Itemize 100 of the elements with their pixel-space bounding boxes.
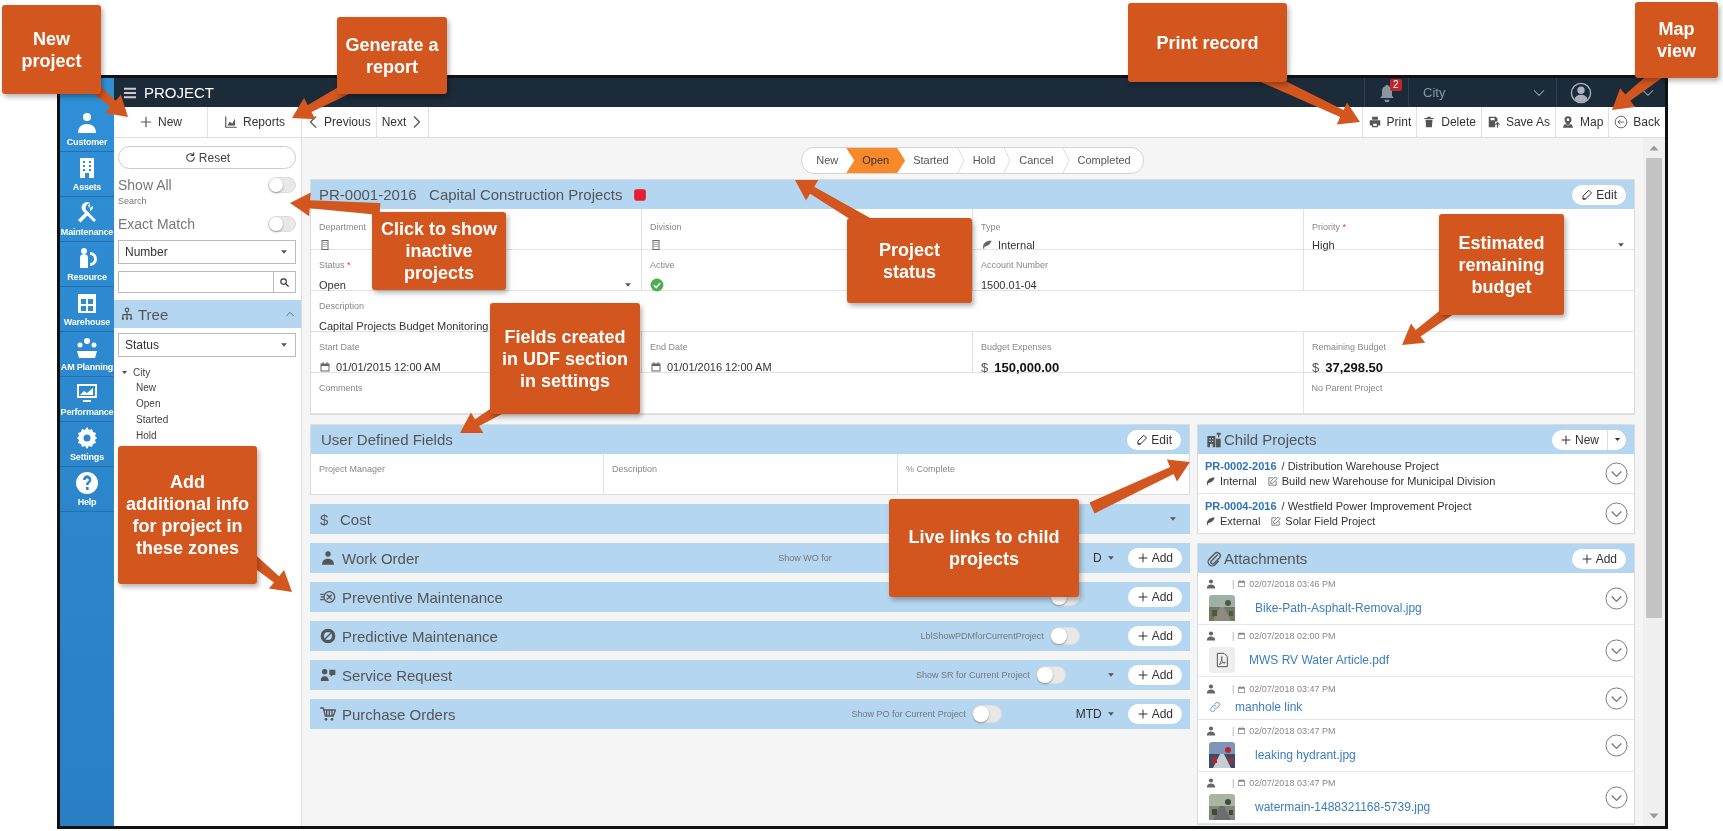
expand-icon[interactable] xyxy=(1605,587,1628,610)
separator: | xyxy=(1232,684,1235,694)
field-label: Account Number xyxy=(981,260,1049,270)
project-link[interactable]: PR-0004-2016 xyxy=(1205,500,1277,512)
buildings-icon xyxy=(1206,431,1222,448)
toolbar-button[interactable]: Print xyxy=(1361,107,1417,137)
chart-icon xyxy=(224,115,238,129)
tree-node[interactable]: New xyxy=(118,380,296,396)
project-title: PR-0001-2016 Capital Construction Projects xyxy=(319,186,623,203)
add-button[interactable]: Add xyxy=(1127,548,1182,568)
trash-icon xyxy=(1422,115,1437,129)
callout-tooltip: Live links to child projects xyxy=(889,499,1079,597)
expand-icon[interactable] xyxy=(1605,686,1628,710)
expand-icon[interactable] xyxy=(1605,786,1628,809)
toggle-switch[interactable] xyxy=(1035,666,1066,684)
tree-panel-header[interactable]: Tree xyxy=(114,300,301,328)
reset-button[interactable]: Reset xyxy=(118,146,296,169)
select-field[interactable]: Open xyxy=(319,279,346,291)
attachment-link[interactable]: MWS RV Water Article.pdf xyxy=(1249,652,1390,667)
tree-node[interactable]: City xyxy=(118,364,296,380)
leaf-icon xyxy=(1205,475,1216,487)
person-icon xyxy=(1206,630,1216,641)
expand-icon[interactable] xyxy=(1605,462,1628,485)
attachment-link[interactable]: Bike-Path-Asphalt-Removal.jpg xyxy=(1255,600,1422,615)
show-all-label: Show All xyxy=(118,177,172,193)
expand-icon[interactable] xyxy=(1605,639,1628,662)
calendar-icon xyxy=(1237,684,1247,694)
field-label: End Date xyxy=(650,342,688,352)
status-step[interactable]: Started xyxy=(905,148,957,173)
status-step[interactable]: Completed xyxy=(1069,148,1139,173)
field-select[interactable]: Number xyxy=(118,240,296,264)
next-button[interactable]: Next xyxy=(376,107,430,137)
select-field[interactable]: High xyxy=(1312,239,1335,251)
tree-icon xyxy=(120,307,134,321)
toggle-switch[interactable] xyxy=(971,705,1002,723)
attachment-link[interactable]: leaking hydrant.jpg xyxy=(1255,747,1356,762)
project-type: External xyxy=(1220,515,1261,527)
project-name: / Westfield Power Improvement Project xyxy=(1281,500,1472,512)
leaf-icon xyxy=(1205,515,1216,527)
person-icon xyxy=(1206,578,1216,589)
person-icon xyxy=(1206,777,1216,788)
upload-date: 02/07/2018 03:47 PM xyxy=(1249,777,1336,788)
section-bar[interactable]: Purchase Orders Show PO for Current Project MTD Add xyxy=(310,699,1190,729)
field-label: Description xyxy=(612,464,658,474)
field-label: Remaining Budget xyxy=(1312,342,1387,352)
calendar-icon xyxy=(1237,579,1247,588)
calendar-icon xyxy=(1237,726,1247,735)
cart-icon xyxy=(320,706,336,722)
currency-sign: $ xyxy=(981,359,989,375)
toggle-switch[interactable] xyxy=(1049,627,1080,645)
toolbar-button[interactable]: Save As xyxy=(1480,107,1555,137)
project-link[interactable]: PR-0002-2016 xyxy=(1205,460,1277,472)
status-step[interactable]: Hold xyxy=(964,148,1004,173)
expand-icon[interactable] xyxy=(1605,734,1628,757)
tree-node[interactable]: Hold xyxy=(118,428,296,444)
field-label: Description xyxy=(319,301,365,311)
status-step[interactable]: New xyxy=(808,148,847,173)
field-label: Project Manager xyxy=(319,464,386,474)
tree-filter-select[interactable]: Status xyxy=(118,333,296,357)
dollar-icon: $ xyxy=(320,510,334,528)
project-note: Build new Warehouse for Municipal Division xyxy=(1281,475,1496,487)
link-icon xyxy=(1209,701,1221,713)
upload-date: 02/07/2018 03:47 PM xyxy=(1249,725,1336,736)
toggle-switch[interactable] xyxy=(268,216,296,232)
toolbar-button[interactable]: Map xyxy=(1554,107,1609,137)
attachment-link[interactable]: watermain-1488321168-5739.jpg xyxy=(1255,799,1431,814)
edit-button[interactable]: Edit xyxy=(1127,429,1181,450)
status-step[interactable]: Open xyxy=(846,148,906,173)
field-value: 37,298.50 xyxy=(1325,359,1384,375)
section-bar[interactable]: Service Request Show SR for Current Project Add xyxy=(310,660,1190,690)
scrollbar[interactable] xyxy=(1643,138,1665,826)
period-select[interactable]: MTD xyxy=(1041,707,1102,721)
leaf-icon xyxy=(981,239,993,251)
wrench-circle-icon xyxy=(320,589,336,605)
add-button[interactable]: Add xyxy=(1571,548,1626,569)
toggle-label: Show SR for Current Project xyxy=(916,670,1030,680)
tree-node[interactable]: Started xyxy=(118,412,296,428)
field-label: % Complete xyxy=(906,464,956,474)
toolbar-button[interactable]: Delete xyxy=(1416,107,1481,137)
currency-sign: $ xyxy=(1312,359,1320,375)
edit-button[interactable]: Edit xyxy=(1572,184,1626,205)
edit-note-icon xyxy=(1270,515,1282,527)
toggle-switch[interactable] xyxy=(268,177,296,193)
section-bar[interactable]: Predictive Maintenance LblShowPDMforCurrentProject Add xyxy=(310,621,1190,651)
tree-node[interactable]: Open xyxy=(118,396,296,412)
field-label: Budget Expenses xyxy=(981,342,1052,352)
add-button[interactable]: Add xyxy=(1127,665,1182,685)
callout-tooltip: Project status xyxy=(847,218,972,303)
person-icon xyxy=(320,550,336,566)
plus-icon xyxy=(1136,591,1149,603)
add-button[interactable]: Add xyxy=(1127,587,1182,607)
calendar-icon xyxy=(319,361,331,373)
search-button[interactable] xyxy=(274,271,296,293)
expand-icon[interactable] xyxy=(1605,502,1628,525)
add-button[interactable]: Add xyxy=(1127,704,1182,724)
search-field[interactable] xyxy=(118,271,274,293)
attachment-link[interactable]: manhole link xyxy=(1235,700,1303,714)
add-button[interactable]: Add xyxy=(1127,626,1182,646)
status-step[interactable]: Cancel xyxy=(1011,148,1062,173)
refresh-icon xyxy=(183,151,197,164)
